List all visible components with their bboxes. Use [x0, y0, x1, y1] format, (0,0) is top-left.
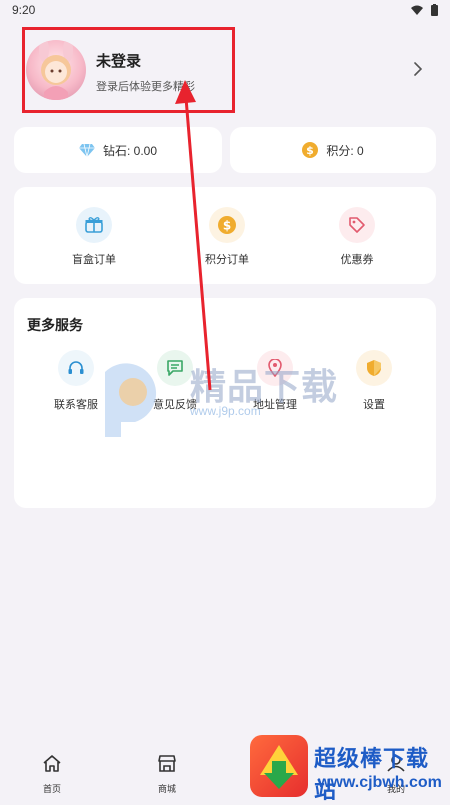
blind-box-orders-button[interactable]: 盲盒订单 — [54, 207, 134, 267]
service-label: 联系客服 — [54, 399, 98, 411]
battery-icon — [431, 4, 438, 16]
download-site-watermark: 超级棒下载站 www.cjbwh.com — [248, 733, 450, 803]
nav-label: 商城 — [157, 784, 176, 794]
service-label: 设置 — [363, 399, 385, 411]
order-label: 优惠券 — [340, 254, 374, 266]
diamond-balance-card[interactable]: 钻石: 0.00 — [14, 127, 222, 173]
status-bar: 9:20 — [0, 0, 450, 22]
chevron-right-icon[interactable] — [414, 62, 422, 76]
gift-box-icon — [76, 207, 112, 243]
nav-shop[interactable]: 商城 — [137, 755, 197, 795]
download-logo-icon — [250, 735, 308, 797]
svg-text:$: $ — [223, 219, 231, 233]
diamond-icon — [78, 143, 95, 157]
tag-icon — [339, 207, 375, 243]
diamond-balance: 钻石: 0.00 — [102, 143, 158, 158]
coin-icon: $ — [209, 207, 245, 243]
shield-icon — [356, 350, 392, 386]
chat-icon — [157, 350, 193, 386]
points-balance: 积分: 0 — [326, 143, 364, 158]
points-balance-card[interactable]: $ 积分: 0 — [230, 127, 436, 173]
status-icons — [411, 4, 438, 16]
customer-service-button[interactable]: 联系客服 — [41, 350, 111, 412]
shop-icon — [158, 755, 176, 772]
home-icon — [43, 755, 61, 772]
coupons-button[interactable]: 优惠券 — [317, 207, 397, 267]
headset-icon — [58, 350, 94, 386]
svg-text:$: $ — [307, 144, 315, 157]
download-site-url: www.cjbwh.com — [318, 774, 442, 791]
download-site-name: 超级棒下载站 — [314, 746, 430, 803]
points-orders-button[interactable]: $ 积分订单 — [187, 207, 267, 267]
address-management-button[interactable]: 地址管理 — [240, 350, 310, 412]
service-label: 地址管理 — [253, 399, 297, 411]
settings-button[interactable]: 设置 — [339, 350, 409, 412]
order-label: 积分订单 — [205, 254, 249, 266]
coin-icon: $ — [302, 142, 319, 158]
status-time: 9:20 — [12, 3, 36, 17]
annotation-highlight-box — [22, 27, 235, 113]
wifi-icon — [411, 5, 423, 15]
nav-home[interactable]: 首页 — [22, 755, 82, 795]
orders-card: 盲盒订单 $ 积分订单 优惠券 — [14, 187, 436, 284]
order-label: 盲盒订单 — [72, 254, 116, 266]
service-label: 意见反馈 — [153, 399, 197, 411]
feedback-button[interactable]: 意见反馈 — [140, 350, 210, 412]
more-services-card: 更多服务 联系客服 意见反馈 地址管理 设置 — [14, 298, 436, 508]
location-icon — [257, 350, 293, 386]
services-title: 更多服务 — [27, 317, 83, 333]
nav-label: 首页 — [42, 784, 61, 794]
